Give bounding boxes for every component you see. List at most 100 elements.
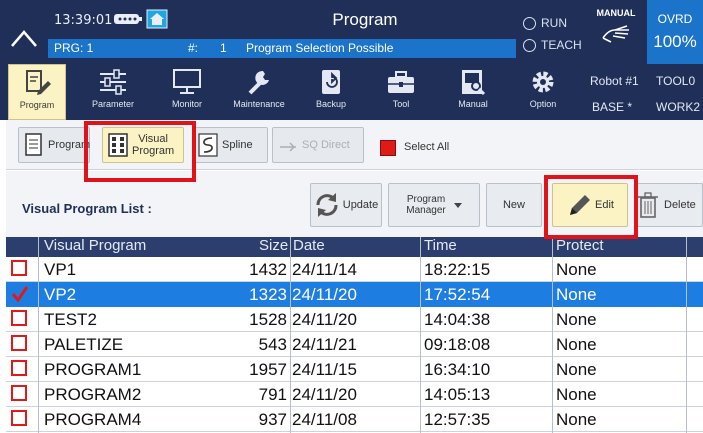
table-row-selected[interactable]: VP2 1323 24/11/20 17:52:54 None <box>6 282 703 307</box>
cell-name: VP2 <box>44 285 77 304</box>
menu-label: Manual <box>458 99 488 109</box>
cell-date: 24/11/20 <box>292 285 357 304</box>
battery-icon <box>114 14 142 24</box>
cell-name: PROGRAM1 <box>44 360 142 379</box>
cell-size: 791 <box>258 385 287 404</box>
tab-label: Program <box>48 139 91 151</box>
menu-tool[interactable]: Tool <box>372 64 430 120</box>
cell-name: TEST2 <box>44 310 97 329</box>
col-header-size[interactable]: Size <box>259 237 288 254</box>
col-header-date[interactable]: Date <box>293 237 325 254</box>
menu-backup[interactable]: Backup <box>302 64 360 120</box>
cell-date: 24/11/14 <box>292 260 357 279</box>
program-manager-dropdown[interactable]: Program Manager <box>388 183 480 227</box>
row-checkbox[interactable] <box>11 360 27 376</box>
menu-manual[interactable]: Manual <box>444 64 502 120</box>
menu-maintenance[interactable]: Maintenance <box>228 64 290 120</box>
cell-protect: None <box>556 385 597 404</box>
sliders-icon <box>100 69 126 95</box>
override-display[interactable]: OVRD 100% <box>647 0 703 64</box>
tool-number: TOOL0 <box>656 74 696 88</box>
new-button[interactable]: New <box>486 183 542 227</box>
menu-label: Monitor <box>171 99 202 109</box>
teach-indicator-icon <box>523 38 536 52</box>
select-all-label[interactable]: Select All <box>404 141 449 153</box>
edit-button[interactable]: Edit <box>552 183 628 227</box>
cell-protect: None <box>556 360 597 379</box>
tab-label: SQ Direct <box>302 139 350 151</box>
cell-date: 24/11/20 <box>292 385 357 404</box>
delete-button[interactable]: Delete <box>634 183 703 227</box>
ovrd-value: 100% <box>653 32 697 51</box>
menu-label: Backup <box>315 99 347 109</box>
home-icon <box>146 9 168 29</box>
spline-icon <box>198 133 218 157</box>
status-bar: 13:39:01 Program PRG: 1 #: 1 Program Sel… <box>0 0 703 64</box>
row-checkbox[interactable] <box>11 335 27 351</box>
tab-spline[interactable]: Spline <box>192 127 268 163</box>
gear-icon <box>532 71 554 93</box>
cell-time: 16:34:10 <box>424 360 491 379</box>
row-checkbox[interactable] <box>11 385 27 401</box>
table-row[interactable]: PALETIZE 543 24/11/21 09:18:08 None <box>6 332 703 357</box>
col-header-time[interactable]: Time <box>424 237 457 254</box>
program-status-strip: PRG: 1 #: 1 Program Selection Possible <box>48 39 516 58</box>
robot-number: Robot #1 <box>590 74 639 88</box>
tab-label-line2: Program <box>132 145 175 157</box>
cell-name: VP1 <box>44 260 77 279</box>
table-row[interactable]: TEST2 1528 24/11/20 14:04:38 None <box>6 307 703 332</box>
prg-label: PRG: 1 <box>54 41 94 55</box>
tab-sq-direct[interactable]: SQ Direct <box>272 127 364 163</box>
select-all-checkbox[interactable] <box>380 140 396 156</box>
row-checkbox[interactable] <box>11 410 27 426</box>
tab-label: Spline <box>222 139 253 151</box>
row-checkbox-checked[interactable] <box>11 285 29 303</box>
menu-parameter[interactable]: Parameter <box>84 64 142 120</box>
update-button[interactable]: Update <box>310 183 382 227</box>
column-divider <box>290 237 291 433</box>
checkmark-icon <box>11 286 29 303</box>
chevron-up-icon <box>11 30 37 47</box>
cell-protect: None <box>556 260 597 279</box>
row-checkbox[interactable] <box>11 310 27 326</box>
cell-date: 24/11/08 <box>292 410 357 429</box>
row-checkbox[interactable] <box>11 260 27 276</box>
cell-time: 09:18:08 <box>424 335 491 354</box>
cell-protect: None <box>556 410 597 429</box>
tab-program[interactable]: Program <box>18 127 90 163</box>
status-message: Program Selection Possible <box>246 41 394 55</box>
menu-option[interactable]: Option <box>514 64 572 120</box>
ovrd-label: OVRD <box>657 12 693 26</box>
column-divider <box>552 237 553 433</box>
col-header-name[interactable]: Visual Program <box>44 237 146 254</box>
robot-info: Robot #1 TOOL0 BASE * WORK2 <box>586 64 703 120</box>
manual-label: MANUAL <box>596 8 636 18</box>
tab-visual-program[interactable]: Visual Program <box>102 127 184 163</box>
table-row[interactable]: PROGRAM2 791 24/11/20 14:05:13 None <box>6 382 703 407</box>
cell-size: 937 <box>258 410 287 429</box>
cell-name: PROGRAM2 <box>44 385 142 404</box>
col-header-protect[interactable]: Protect <box>556 237 604 254</box>
cell-protect: None <box>556 335 597 354</box>
table-header: Visual Program Size Date Time Protect <box>6 237 703 257</box>
program-type-tabs: Program Visual Program Spline SQ Direct <box>0 120 703 170</box>
monitor-icon <box>173 69 201 94</box>
table-row[interactable]: PROGRAM1 1957 24/11/15 16:34:10 None <box>6 357 703 382</box>
run-label: RUN <box>541 16 567 30</box>
pm-label-line2: Manager <box>406 205 446 216</box>
menu-program[interactable]: Program <box>8 64 66 120</box>
pencil-icon <box>570 195 591 215</box>
list-title: Visual Program List : <box>22 201 152 216</box>
up-arrow-button[interactable] <box>8 22 40 56</box>
menu-label: Maintenance <box>233 99 285 109</box>
menu-monitor[interactable]: Monitor <box>158 64 216 120</box>
base-number: BASE * <box>592 100 633 114</box>
menu-label: Tool <box>392 99 410 109</box>
menu-label: Program <box>19 100 55 110</box>
table-row[interactable]: PROGRAM4 937 24/11/08 12:57:35 None <box>6 407 703 432</box>
cell-size: 1528 <box>249 310 287 329</box>
column-divider <box>420 237 421 433</box>
menu-label: Option <box>529 99 557 109</box>
caret-down-icon <box>453 202 462 208</box>
table-row[interactable]: VP1 1432 24/11/14 18:22:15 None <box>6 257 703 282</box>
